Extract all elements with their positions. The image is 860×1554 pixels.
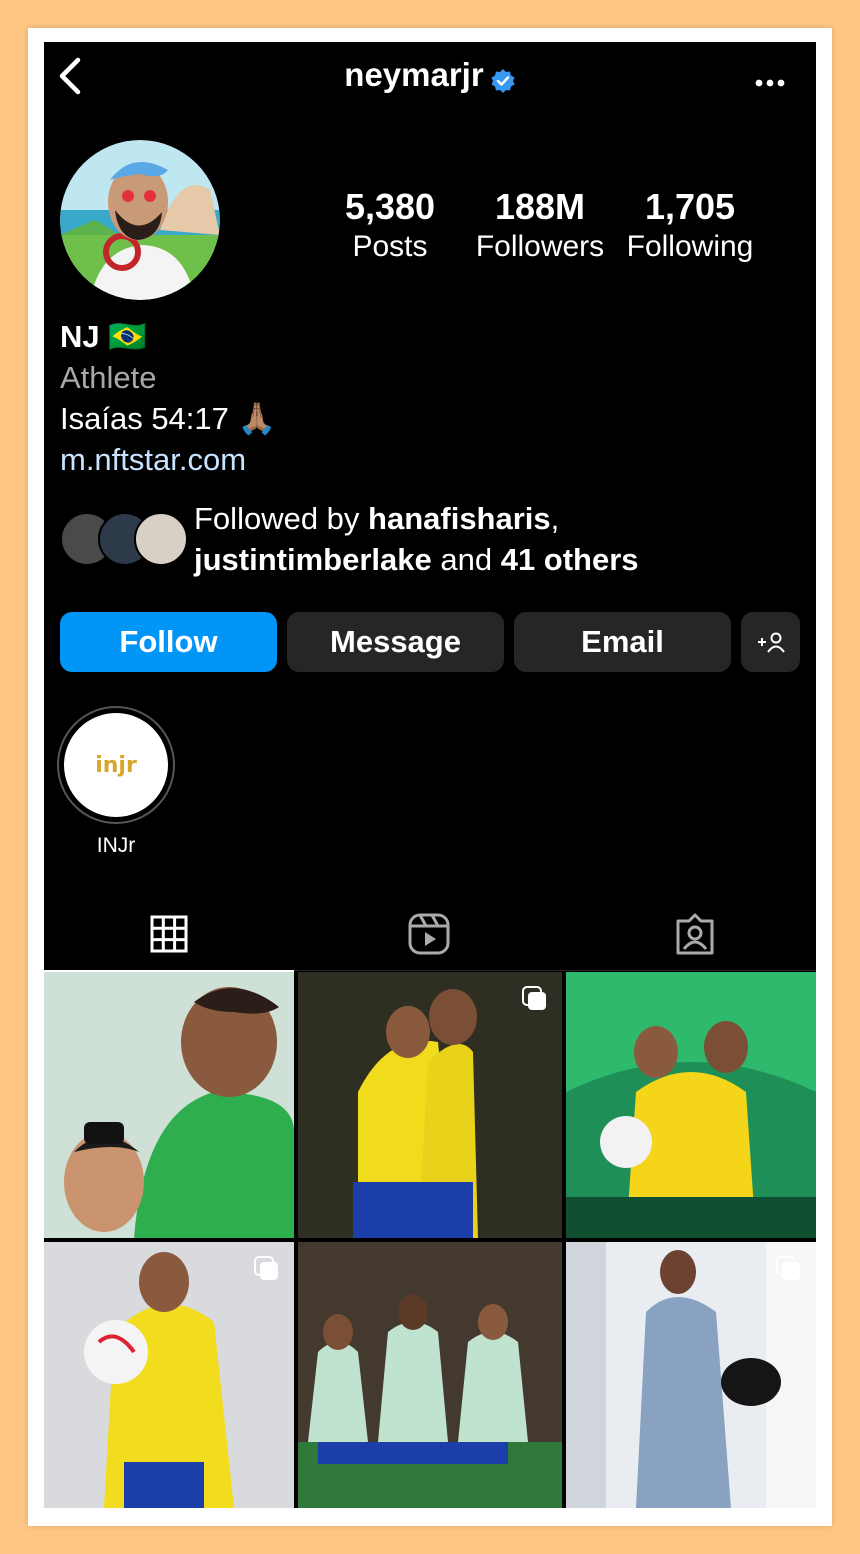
more-options-button[interactable] bbox=[754, 62, 786, 96]
category-label: Athlete bbox=[60, 360, 157, 395]
followers-label: Followers bbox=[475, 230, 605, 263]
stat-following[interactable]: 1,705 Following bbox=[620, 186, 760, 266]
multiple-photos-icon bbox=[522, 986, 548, 1012]
post-image bbox=[44, 972, 294, 1238]
stat-posts[interactable]: 5,380 Posts bbox=[330, 186, 450, 266]
posts-label: Posts bbox=[352, 230, 428, 263]
tab-reels[interactable] bbox=[304, 898, 554, 970]
follow-button[interactable]: Follow bbox=[60, 612, 277, 672]
highlight-ring: injr bbox=[57, 706, 175, 824]
injr-logo: injr bbox=[95, 752, 137, 778]
posts-count: 5,380 bbox=[344, 186, 436, 227]
followers-others[interactable]: 41 others bbox=[501, 542, 639, 577]
post-thumbnail[interactable] bbox=[298, 1242, 562, 1508]
profile-screen: neymarjr 5,380 Posts 188M Followers 1,70… bbox=[44, 42, 816, 1508]
follower-name[interactable]: justintimberlake bbox=[194, 542, 432, 577]
grid-icon bbox=[150, 915, 188, 953]
reels-icon bbox=[408, 913, 450, 955]
multiple-photos-icon bbox=[254, 1256, 280, 1282]
profile-avatar[interactable] bbox=[60, 140, 220, 300]
add-person-icon bbox=[757, 632, 785, 653]
highlight-label: INJr bbox=[96, 834, 136, 857]
bio-section: NJ 🇧🇷 Athlete Isaías 54:17 🙏🏽 m.nftstar.… bbox=[60, 316, 276, 480]
tab-posts-grid[interactable] bbox=[44, 898, 294, 972]
message-button[interactable]: Message bbox=[287, 612, 504, 672]
follower-avatar bbox=[134, 512, 188, 566]
highlight-cover: injr bbox=[64, 713, 168, 817]
header-username: neymarjr bbox=[44, 56, 816, 94]
tab-tagged[interactable] bbox=[570, 898, 816, 970]
followers-count: 188M bbox=[494, 186, 586, 227]
username-text: neymarjr bbox=[344, 56, 484, 93]
following-label: Following bbox=[626, 230, 754, 263]
post-thumbnail[interactable] bbox=[44, 972, 294, 1238]
flag-icon: 🇧🇷 bbox=[108, 319, 147, 354]
bio-text: Isaías 54:17 🙏🏽 bbox=[60, 401, 277, 436]
following-count: 1,705 bbox=[644, 186, 736, 227]
post-thumbnail[interactable] bbox=[44, 1242, 294, 1508]
more-horizontal-icon bbox=[755, 79, 785, 87]
post-image bbox=[566, 972, 816, 1238]
email-button[interactable]: Email bbox=[514, 612, 731, 672]
post-image bbox=[298, 1242, 562, 1508]
avatar-illustration bbox=[60, 140, 220, 300]
post-thumbnail[interactable] bbox=[298, 972, 562, 1238]
follower-name[interactable]: hanafisharis bbox=[368, 501, 551, 536]
display-name: NJ bbox=[60, 319, 100, 354]
multiple-photos-icon bbox=[776, 1256, 802, 1282]
followed-by-text: Followed by hanafisharis, justintimberla… bbox=[194, 501, 639, 577]
post-thumbnail[interactable] bbox=[566, 1242, 816, 1508]
tagged-icon bbox=[676, 913, 714, 955]
story-highlight[interactable]: injr INJr bbox=[56, 706, 176, 858]
content-tabs bbox=[44, 898, 816, 972]
verified-badge-icon bbox=[490, 64, 516, 94]
stat-followers[interactable]: 188M Followers bbox=[470, 186, 610, 266]
bio-link[interactable]: m.nftstar.com bbox=[60, 439, 276, 480]
suggest-people-button[interactable] bbox=[741, 612, 800, 672]
post-thumbnail[interactable] bbox=[566, 972, 816, 1238]
